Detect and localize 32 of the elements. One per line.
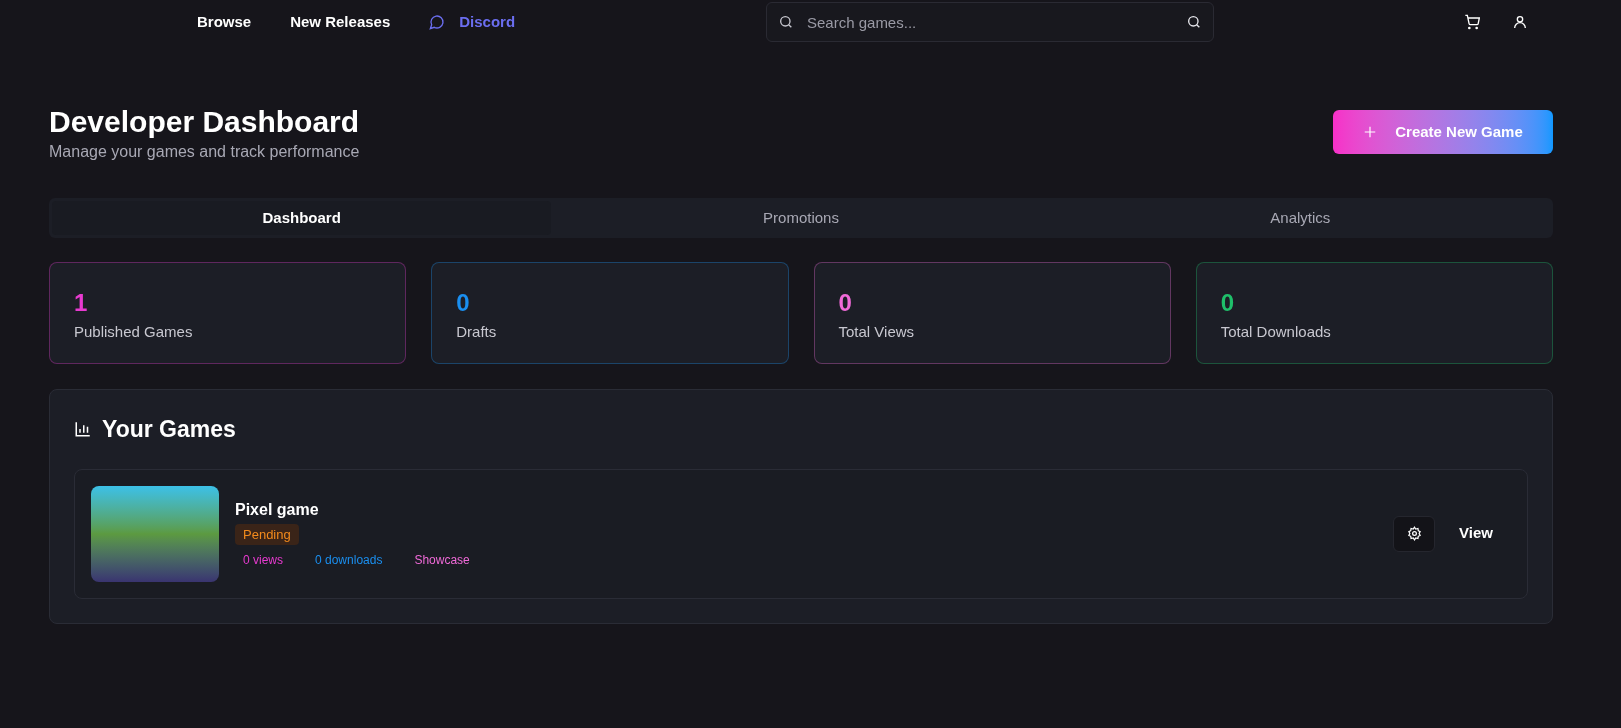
search-field[interactable]: Search games... <box>766 2 1214 42</box>
stat-value: 1 <box>74 289 89 317</box>
game-stat: Showcase <box>414 552 470 570</box>
cart-icon[interactable] <box>1464 14 1480 30</box>
discord-link[interactable]: Discord <box>429 10 516 34</box>
stat-label: Total Views <box>838 322 916 342</box>
settings-button[interactable] <box>1393 515 1436 552</box>
stat-value: 0 <box>456 289 471 317</box>
search-icon[interactable] <box>1186 14 1202 30</box>
game-stat: 0 downloads <box>315 552 383 570</box>
plus-icon <box>1363 125 1378 139</box>
section-title: Your Games <box>102 415 236 444</box>
page-subtitle: Manage your games and track performance <box>49 142 360 162</box>
tab[interactable]: Dashboard <box>52 201 552 235</box>
user-icon[interactable] <box>1512 14 1528 30</box>
page-title: Developer Dashboard <box>49 104 360 140</box>
status-badge: Pending <box>235 523 299 546</box>
chat-bubble-icon <box>429 14 446 30</box>
stat-value: 0 <box>838 289 853 317</box>
view-button[interactable]: View <box>1441 515 1511 552</box>
bar-chart-icon <box>74 420 92 439</box>
game-title: Pixel game <box>235 499 319 520</box>
nav-link[interactable]: Browse <box>197 10 252 34</box>
stat-value: 0 <box>1220 289 1236 317</box>
tab[interactable]: Analytics <box>1050 201 1550 235</box>
settings-icon <box>1406 526 1422 541</box>
game-stat: 0 views <box>243 552 283 570</box>
tab[interactable]: Promotions <box>551 201 1051 235</box>
nav-link[interactable]: New Releases <box>290 10 391 34</box>
stat-label: Total Downloads <box>1220 322 1332 342</box>
stat-label: Drafts <box>456 322 498 342</box>
stat-label: Published Games <box>74 322 194 342</box>
